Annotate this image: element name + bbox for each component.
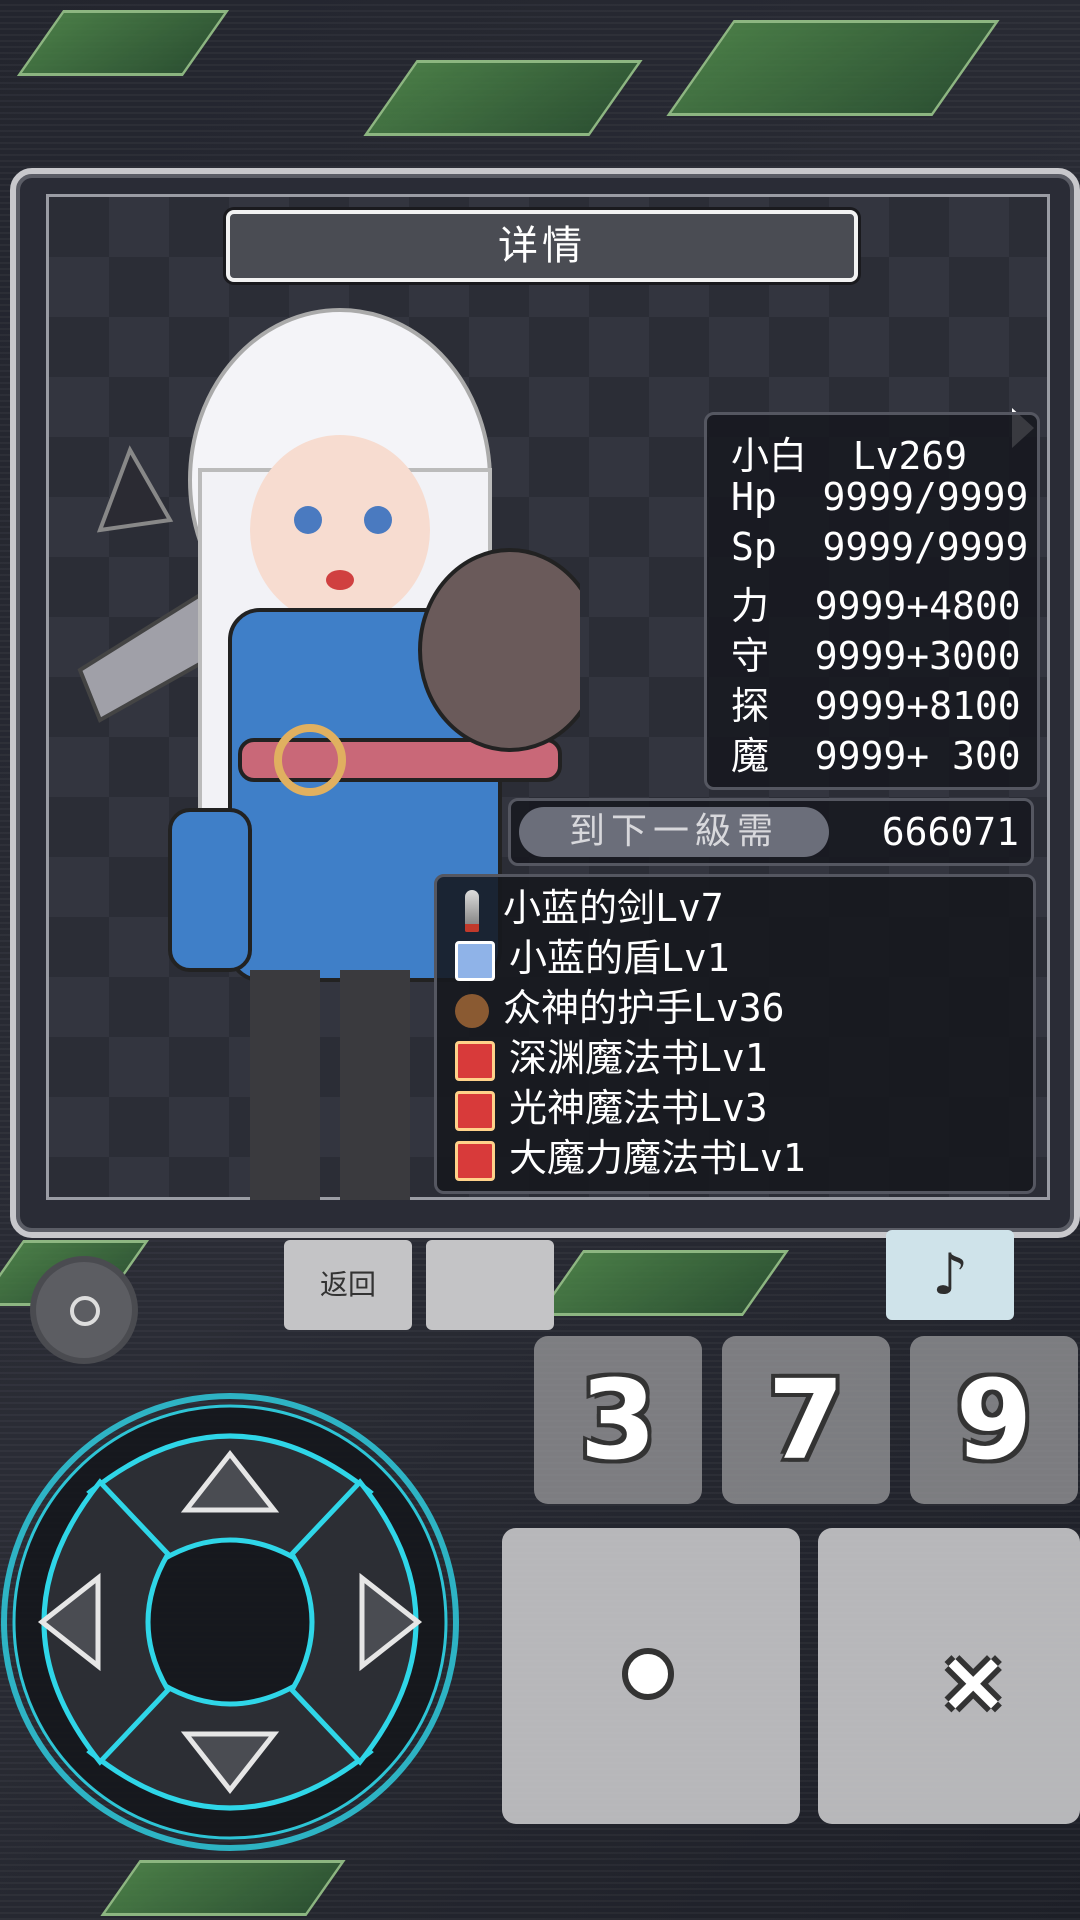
map-tile — [666, 20, 1000, 116]
number-button-7[interactable]: 7 — [722, 1336, 890, 1504]
stat-power: 力 9999+4800 — [731, 584, 1021, 628]
equipment-name: 深渊魔法书Lv1 — [509, 1036, 768, 1080]
next-level-value: 666071 — [881, 810, 1019, 854]
cancel-button[interactable]: × — [818, 1528, 1080, 1824]
equipment-name: 大魔力魔法书Lv1 — [509, 1136, 806, 1180]
book-icon — [455, 1140, 495, 1181]
number-button-9[interactable]: 9 — [910, 1336, 1078, 1504]
equipment-item[interactable]: 光神魔法书Lv3 — [455, 1083, 768, 1133]
book-icon — [455, 1090, 495, 1131]
circle-icon — [622, 1648, 674, 1700]
back-button[interactable]: 返回 — [284, 1240, 412, 1330]
settings-gear-icon[interactable] — [36, 1262, 132, 1358]
equipment-name: 众神的护手Lv36 — [503, 986, 785, 1030]
number-button-3[interactable]: 3 — [534, 1336, 702, 1504]
equipment-name: 小蓝的剑Lv7 — [503, 886, 724, 930]
stat-sp: Sp 9999/9999 — [731, 525, 1029, 569]
confirm-button[interactable] — [502, 1528, 800, 1824]
equipment-item[interactable]: 大魔力魔法书Lv1 — [455, 1133, 806, 1183]
stat-hp: Hp 9999/9999 — [731, 475, 1029, 519]
equipment-name: 光神魔法书Lv3 — [509, 1086, 768, 1130]
name-level: 小白 Lv269 — [731, 434, 968, 478]
book-icon — [455, 1040, 495, 1081]
map-tile — [16, 10, 230, 76]
glove-icon — [455, 993, 489, 1028]
next-level-box: 到下一級需 666071 — [508, 798, 1034, 866]
sword-icon — [465, 889, 479, 932]
map-tile — [536, 1250, 790, 1316]
music-button[interactable]: ♪ — [886, 1230, 1014, 1320]
map-tile — [363, 60, 643, 136]
stat-defense: 守 9999+3000 — [731, 634, 1021, 678]
equipment-list: 小蓝的剑Lv7 小蓝的盾Lv1 众神的护手Lv36 深渊魔法书Lv1 光神魔法书… — [434, 874, 1036, 1194]
stat-explore: 探 9999+8100 — [731, 684, 1021, 728]
equipment-item[interactable]: 深渊魔法书Lv1 — [455, 1033, 768, 1083]
stat-magic: 魔 9999+ 300 — [731, 734, 1021, 778]
map-tile — [100, 1860, 346, 1916]
equipment-item[interactable]: 小蓝的剑Lv7 — [455, 883, 724, 933]
cross-icon: × — [938, 1632, 1009, 1730]
blank-button[interactable] — [426, 1240, 554, 1330]
equipment-item[interactable]: 小蓝的盾Lv1 — [455, 933, 730, 983]
stats-box: 小白 Lv269 Hp 9999/9999 Sp 9999/9999 力 999… — [704, 412, 1040, 790]
dpad[interactable] — [0, 1390, 468, 1860]
equipment-name: 小蓝的盾Lv1 — [509, 936, 730, 980]
shield-icon — [455, 940, 495, 981]
equipment-item[interactable]: 众神的护手Lv36 — [455, 983, 785, 1033]
next-level-label: 到下一級需 — [519, 807, 829, 857]
